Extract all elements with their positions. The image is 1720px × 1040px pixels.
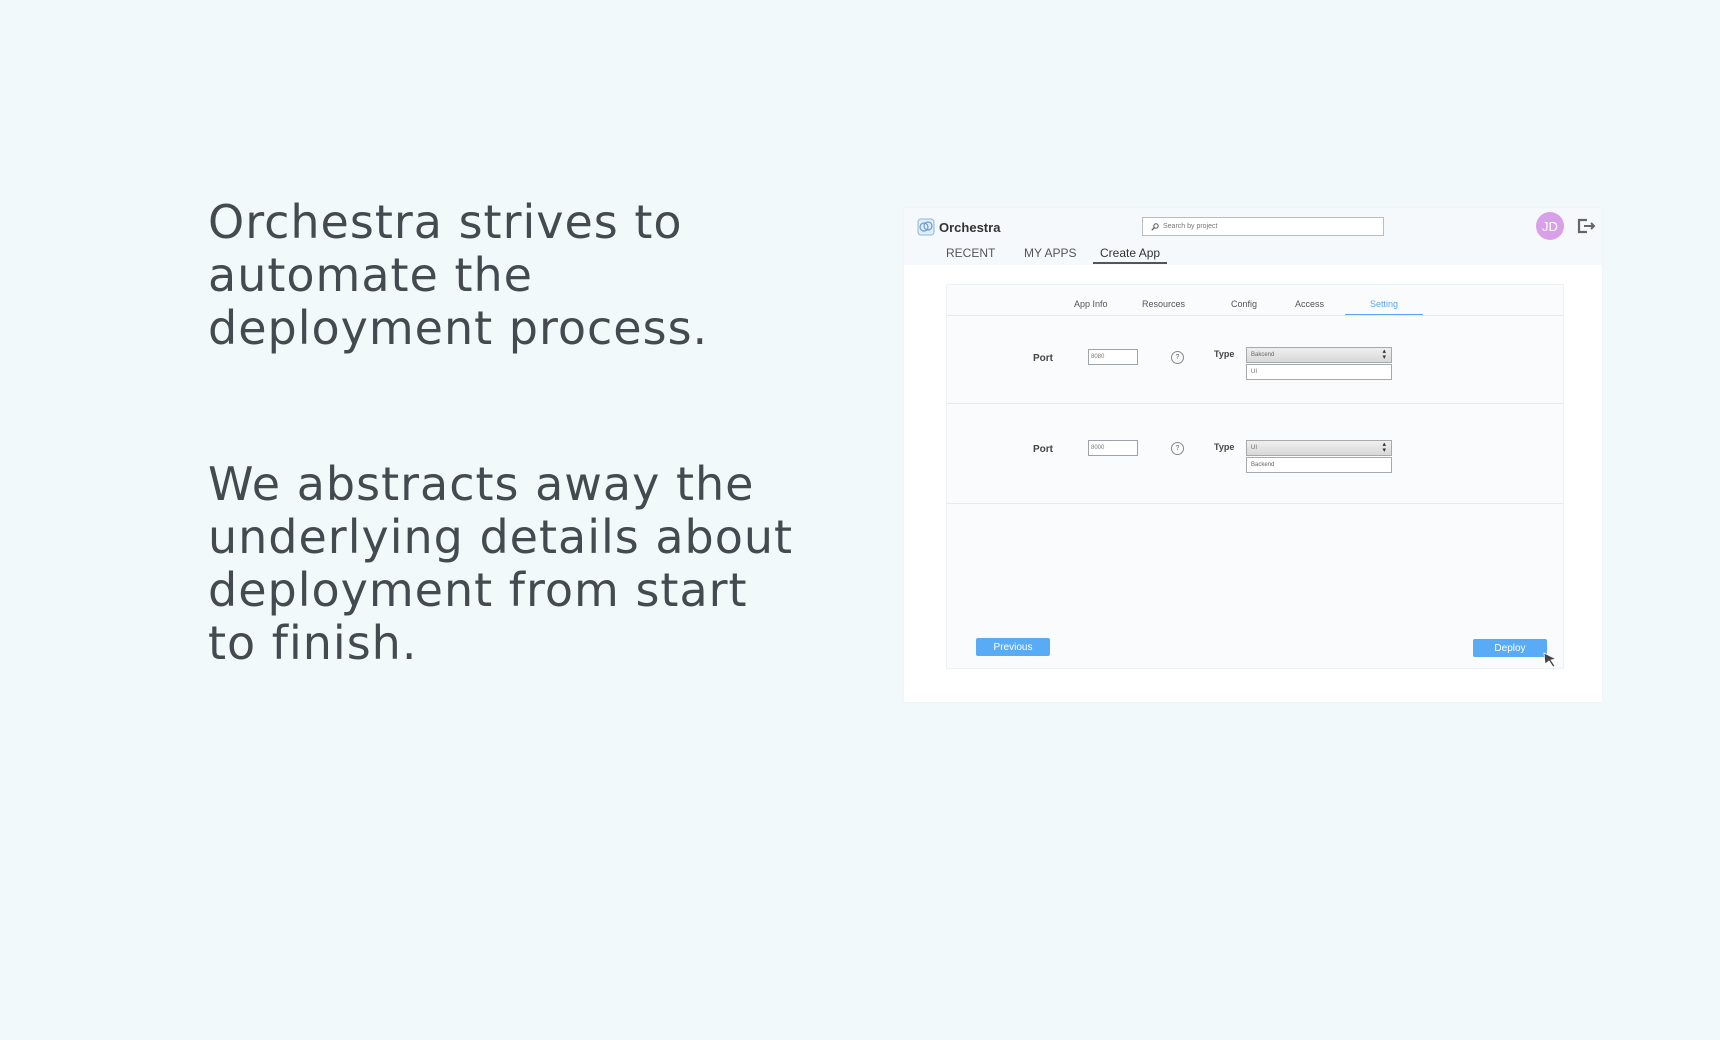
- tab-resources[interactable]: Resources: [1142, 299, 1185, 309]
- port-input[interactable]: 8000: [1088, 440, 1138, 456]
- port-row: Port 8080 ? Type Bakcend ▴ ▾ UI: [947, 315, 1563, 404]
- create-app-panel: App Info Resources Config Access Setting…: [946, 284, 1564, 669]
- app-screenshot: Orchestra Search by project JD RECENT MY…: [904, 208, 1602, 702]
- tab-access[interactable]: Access: [1295, 299, 1324, 309]
- nav-create-app[interactable]: Create App: [1093, 246, 1168, 264]
- intro-paragraph: Orchestra strives to automate the deploy…: [208, 195, 709, 355]
- step-tabs: App Info Resources Config Access Setting: [947, 285, 1563, 316]
- brand-name: Orchestra: [939, 219, 1001, 235]
- chevron-up-down-icon: ▴ ▾: [1382, 348, 1386, 361]
- avatar[interactable]: JD: [1536, 212, 1564, 240]
- chevron-up-down-icon: ▴ ▾: [1382, 441, 1386, 454]
- tab-setting[interactable]: Setting: [1345, 299, 1423, 315]
- nav-my-apps[interactable]: MY APPS: [1024, 246, 1076, 263]
- type-option[interactable]: UI: [1246, 364, 1392, 380]
- abstraction-paragraph: We abstracts away the underlying details…: [208, 457, 794, 670]
- tab-app-info[interactable]: App Info: [1074, 299, 1108, 309]
- previous-button[interactable]: Previous: [976, 638, 1050, 656]
- type-option[interactable]: Backend: [1246, 457, 1392, 473]
- search-input[interactable]: Search by project: [1142, 217, 1384, 236]
- type-label: Type: [1214, 349, 1235, 359]
- help-icon[interactable]: ?: [1171, 442, 1184, 455]
- type-select[interactable]: Bakcend ▴ ▾: [1246, 347, 1392, 363]
- port-row: Port 8000 ? Type UI ▴ ▾ Backend: [947, 403, 1563, 504]
- type-select-value: UI: [1251, 445, 1257, 451]
- type-select[interactable]: UI ▴ ▾: [1246, 440, 1392, 456]
- deploy-button[interactable]: Deploy: [1473, 639, 1547, 657]
- search-icon: [1151, 222, 1159, 231]
- brand[interactable]: Orchestra: [917, 218, 1000, 236]
- type-label: Type: [1214, 442, 1235, 452]
- port-input[interactable]: 8080: [1088, 349, 1138, 365]
- app-header: Orchestra Search by project JD RECENT MY…: [904, 208, 1602, 265]
- tab-config[interactable]: Config: [1231, 299, 1257, 309]
- port-label: Port: [1033, 444, 1053, 455]
- help-icon[interactable]: ?: [1171, 351, 1184, 364]
- logout-icon[interactable]: [1576, 218, 1596, 234]
- search-placeholder: Search by project: [1163, 223, 1218, 230]
- orchestra-logo-icon: [917, 218, 935, 236]
- slide: Orchestra strives to automate the deploy…: [0, 0, 1720, 1040]
- mouse-cursor-icon: [1543, 652, 1558, 668]
- nav-recent[interactable]: RECENT: [946, 246, 995, 263]
- port-label: Port: [1033, 353, 1053, 364]
- type-select-value: Bakcend: [1251, 352, 1275, 358]
